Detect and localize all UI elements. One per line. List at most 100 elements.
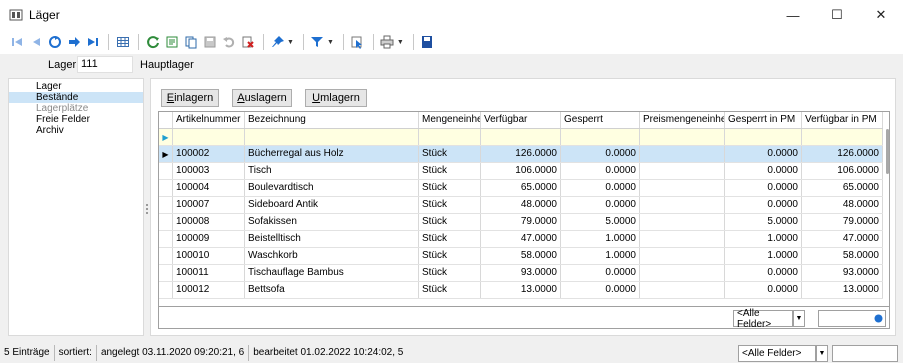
cell-verfuegbar[interactable]: 106.0000: [481, 163, 561, 179]
cell-preismengeneinheit[interactable]: [640, 197, 725, 213]
table-row[interactable]: 100009 Beistelltisch Stück 47.0000 1.0000 1.0…: [159, 231, 883, 248]
filter-cell[interactable]: [725, 129, 802, 145]
table-view-button[interactable]: [114, 34, 131, 51]
cell-mengeneinheit[interactable]: Stück: [419, 214, 481, 230]
prev-record-button[interactable]: [27, 34, 44, 51]
cell-artikelnummer[interactable]: 100007: [173, 197, 245, 213]
cell-bezeichnung[interactable]: Tischauflage Bambus: [245, 265, 419, 281]
cell-preismengeneinheit[interactable]: [640, 265, 725, 281]
row-indicator[interactable]: [159, 248, 173, 264]
table-row[interactable]: 100010 Waschkorb Stück 58.0000 1.0000 1.0000 5…: [159, 248, 883, 265]
filter-row[interactable]: ▶: [159, 129, 883, 146]
cell-bezeichnung[interactable]: Beistelltisch: [245, 231, 419, 247]
delete-button[interactable]: [239, 34, 256, 51]
filter-button[interactable]: [309, 34, 326, 51]
table-row[interactable]: 100008 Sofakissen Stück 79.0000 5.0000 5.0000…: [159, 214, 883, 231]
cell-verfuegbar-pm[interactable]: 106.0000: [802, 163, 883, 179]
status-search-input[interactable]: [832, 345, 898, 362]
cell-verfuegbar[interactable]: 93.0000: [481, 265, 561, 281]
filter-cell[interactable]: [173, 129, 245, 145]
cell-preismengeneinheit[interactable]: [640, 231, 725, 247]
first-record-button[interactable]: [8, 34, 25, 51]
cell-gesperrt-pm[interactable]: 0.0000: [725, 265, 802, 281]
filter-cell[interactable]: [245, 129, 419, 145]
cell-gesperrt[interactable]: 0.0000: [561, 265, 640, 281]
cell-preismengeneinheit[interactable]: [640, 180, 725, 196]
pin-button[interactable]: [269, 34, 286, 51]
column-header[interactable]: Verfügbar: [481, 112, 561, 128]
chevron-down-icon[interactable]: ▼: [287, 39, 294, 46]
cell-artikelnummer[interactable]: 100008: [173, 214, 245, 230]
cell-artikelnummer[interactable]: 100011: [173, 265, 245, 281]
cell-verfuegbar[interactable]: 65.0000: [481, 180, 561, 196]
close-button[interactable]: ✕: [859, 0, 903, 30]
reload-button[interactable]: [144, 34, 161, 51]
row-indicator[interactable]: [159, 197, 173, 213]
cell-artikelnummer[interactable]: 100010: [173, 248, 245, 264]
filter-cell[interactable]: [802, 129, 883, 145]
sidebar-item-archiv[interactable]: Archiv: [9, 125, 143, 136]
cell-gesperrt[interactable]: 0.0000: [561, 180, 640, 196]
export-button[interactable]: [163, 34, 180, 51]
column-header[interactable]: Preismengeneinheit: [640, 112, 725, 128]
cell-bezeichnung[interactable]: Sofakissen: [245, 214, 419, 230]
cell-artikelnummer[interactable]: 100012: [173, 282, 245, 298]
cell-gesperrt-pm[interactable]: 1.0000: [725, 248, 802, 264]
cell-bezeichnung[interactable]: Tisch: [245, 163, 419, 179]
cell-gesperrt-pm[interactable]: 0.0000: [725, 146, 802, 162]
cell-gesperrt-pm[interactable]: 1.0000: [725, 231, 802, 247]
table-row[interactable]: 100003 Tisch Stück 106.0000 0.0000 0.0000 106.…: [159, 163, 883, 180]
chevron-down-icon[interactable]: ▼: [793, 310, 805, 327]
cell-mengeneinheit[interactable]: Stück: [419, 282, 481, 298]
cell-artikelnummer[interactable]: 100002: [173, 146, 245, 162]
cell-bezeichnung[interactable]: Sideboard Antik: [245, 197, 419, 213]
cell-verfuegbar-pm[interactable]: 48.0000: [802, 197, 883, 213]
refresh-record-button[interactable]: [46, 34, 63, 51]
filter-cell[interactable]: [640, 129, 725, 145]
cell-verfuegbar[interactable]: 47.0000: [481, 231, 561, 247]
lager-input[interactable]: 111: [77, 56, 133, 73]
cell-preismengeneinheit[interactable]: [640, 146, 725, 162]
cell-mengeneinheit[interactable]: Stück: [419, 146, 481, 162]
cell-verfuegbar-pm[interactable]: 13.0000: [802, 282, 883, 298]
print-button[interactable]: [379, 34, 396, 51]
cell-verfuegbar-pm[interactable]: 58.0000: [802, 248, 883, 264]
cell-gesperrt[interactable]: 0.0000: [561, 282, 640, 298]
row-indicator[interactable]: [159, 163, 173, 179]
cell-gesperrt-pm[interactable]: 0.0000: [725, 180, 802, 196]
filter-cell[interactable]: [419, 129, 481, 145]
cell-gesperrt-pm[interactable]: 5.0000: [725, 214, 802, 230]
cell-preismengeneinheit[interactable]: [640, 248, 725, 264]
auslagern-button[interactable]: Auslagern: [232, 89, 292, 107]
cell-bezeichnung[interactable]: Waschkorb: [245, 248, 419, 264]
cell-gesperrt-pm[interactable]: 0.0000: [725, 163, 802, 179]
cell-mengeneinheit[interactable]: Stück: [419, 231, 481, 247]
minimize-button[interactable]: —: [771, 0, 815, 30]
row-indicator[interactable]: [159, 231, 173, 247]
cell-gesperrt[interactable]: 1.0000: [561, 248, 640, 264]
cell-bezeichnung[interactable]: Boulevardtisch: [245, 180, 419, 196]
sidebar-item-lager[interactable]: Lager: [9, 81, 143, 92]
cell-gesperrt-pm[interactable]: 0.0000: [725, 197, 802, 213]
pointer-button[interactable]: [349, 34, 366, 51]
umlagern-button[interactable]: Umlagern: [305, 89, 367, 107]
footer-search-input[interactable]: [818, 310, 886, 327]
einlagern-button[interactable]: Einlagern: [161, 89, 219, 107]
cell-bezeichnung[interactable]: Bücherregal aus Holz: [245, 146, 419, 162]
chevron-down-icon[interactable]: ▼: [816, 345, 828, 362]
cell-artikelnummer[interactable]: 100009: [173, 231, 245, 247]
cell-mengeneinheit[interactable]: Stück: [419, 197, 481, 213]
cell-gesperrt[interactable]: 0.0000: [561, 146, 640, 162]
row-indicator[interactable]: [159, 214, 173, 230]
status-field-select[interactable]: <Alle Felder>: [738, 345, 816, 362]
field-filter-select[interactable]: <Alle Felder>: [733, 308, 793, 330]
column-header[interactable]: Gesperrt in PM: [725, 112, 802, 128]
column-header[interactable]: Artikelnummer: [173, 112, 245, 128]
cell-verfuegbar-pm[interactable]: 126.0000: [802, 146, 883, 162]
cell-gesperrt[interactable]: 0.0000: [561, 197, 640, 213]
cell-preismengeneinheit[interactable]: [640, 214, 725, 230]
cell-verfuegbar-pm[interactable]: 79.0000: [802, 214, 883, 230]
last-record-button[interactable]: [84, 34, 101, 51]
filter-cell[interactable]: [481, 129, 561, 145]
sidebar-item-freie-felder[interactable]: Freie Felder: [9, 114, 143, 125]
